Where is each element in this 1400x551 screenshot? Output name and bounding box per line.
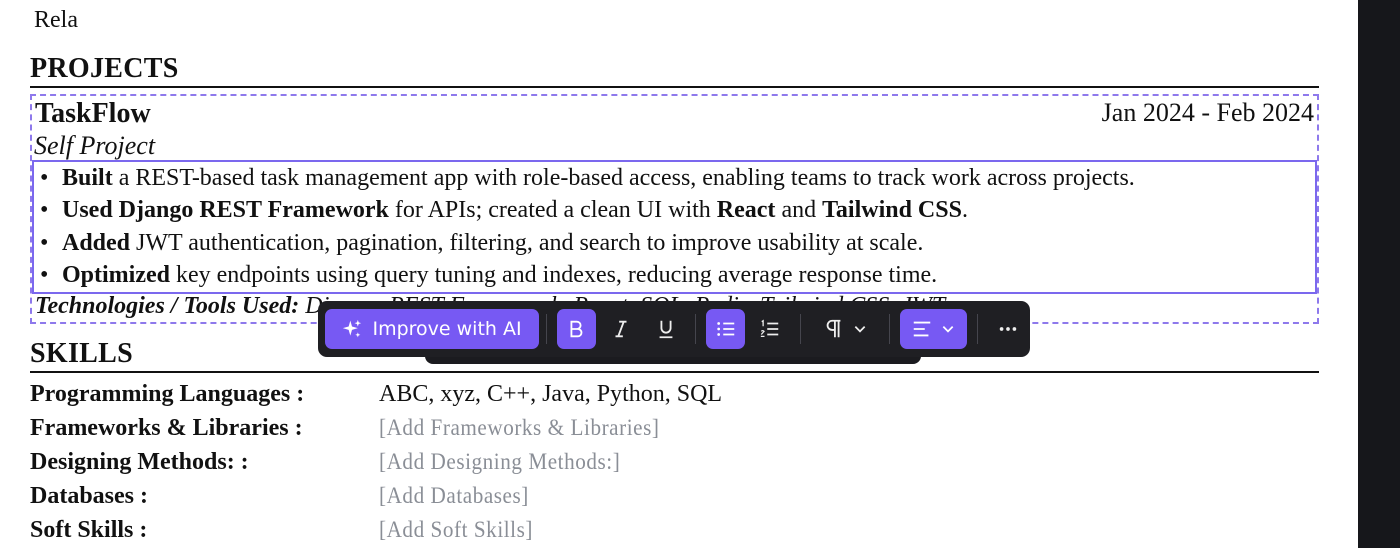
bullet-text: JWT authentication, pagination, filterin… — [130, 229, 924, 256]
align-left-icon — [914, 321, 931, 337]
bold-icon — [570, 320, 583, 338]
skill-label: Databases : — [30, 483, 148, 509]
bullet-text: and — [775, 197, 823, 224]
bullet-text: for APIs; created a clean UI with — [388, 197, 717, 224]
skill-label: Soft Skills : — [30, 517, 148, 543]
more-icon — [999, 327, 1016, 331]
project-bullet[interactable]: Added JWT authentication, pagination, fi… — [34, 227, 1315, 259]
project-bullet[interactable]: Optimized key endpoints using query tuni… — [34, 259, 1315, 291]
project-bullet[interactable]: Used Django REST Framework for APIs; cre… — [34, 194, 1315, 226]
section-heading-skills: SKILLS — [30, 339, 1319, 373]
project-subtitle[interactable]: Self Project — [34, 131, 155, 161]
bullet-bold-text: Optimized — [62, 261, 170, 288]
skill-label: Frameworks & Libraries : — [30, 415, 303, 441]
bullet-text: a REST-based task management app with ro… — [112, 165, 1135, 191]
chevron-down-icon — [854, 326, 865, 333]
numbered-list-icon — [761, 319, 779, 337]
bullet-bold-text: Used Django REST Framework — [62, 197, 389, 224]
window-side-panel — [1358, 0, 1400, 548]
bullet-bold-text: Built — [62, 165, 113, 191]
paragraph-icon — [826, 319, 841, 338]
bullet-text: key endpoints using query tuning and ind… — [170, 261, 938, 288]
skill-label: Programming Languages : — [30, 381, 305, 407]
bullet-list-icon — [716, 322, 734, 336]
underline-icon — [659, 320, 673, 339]
skill-placeholder[interactable]: [Add Frameworks & Libraries] — [379, 415, 659, 441]
tech-label: Technologies / Tools Used: — [35, 293, 300, 319]
project-dates[interactable]: Jan 2024 - Feb 2024 — [1102, 98, 1314, 128]
skill-placeholder[interactable]: [Add Databases] — [379, 483, 529, 509]
skill-row[interactable]: Frameworks & Libraries : [Add Frameworks … — [30, 415, 1030, 449]
italic-icon — [615, 320, 627, 338]
skill-placeholder[interactable]: [Add Designing Methods:] — [379, 449, 620, 475]
skill-label: Designing Methods: : — [30, 449, 249, 475]
skill-row[interactable]: Databases : [Add Databases] — [30, 483, 1030, 517]
partial-text-line: Rela — [34, 7, 78, 33]
project-title[interactable]: TaskFlow — [35, 98, 151, 130]
bullet-bold-text: Tailwind CSS — [822, 197, 962, 224]
chevron-down-icon — [943, 326, 954, 333]
skill-row[interactable]: Soft Skills : [Add Soft Skills] — [30, 517, 1030, 551]
section-heading-projects: PROJECTS — [30, 54, 1319, 88]
sparkle-icon — [343, 319, 362, 338]
bullet-bold-text: Added — [62, 229, 131, 256]
improve-with-ai-label: Improve with AI — [372, 318, 522, 340]
bullet-text: . — [961, 197, 968, 224]
skill-row[interactable]: Programming Languages : ABC, xyz, C++, Ja… — [30, 381, 1030, 415]
skill-value[interactable]: ABC, xyz, C++, Java, Python, SQL — [379, 381, 722, 408]
skill-placeholder[interactable]: [Add Soft Skills] — [379, 517, 533, 543]
bullet-bold-text: React — [716, 197, 776, 224]
project-bullet[interactable]: Built a REST-based task management app w… — [34, 162, 1315, 194]
skill-row[interactable]: Designing Methods: : [Add Designing Metho… — [30, 449, 1030, 483]
project-bullet-list[interactable]: Built a REST-based task management app w… — [32, 160, 1317, 294]
project-entry[interactable]: TaskFlow Jan 2024 - Feb 2024 Self Projec… — [30, 94, 1319, 324]
